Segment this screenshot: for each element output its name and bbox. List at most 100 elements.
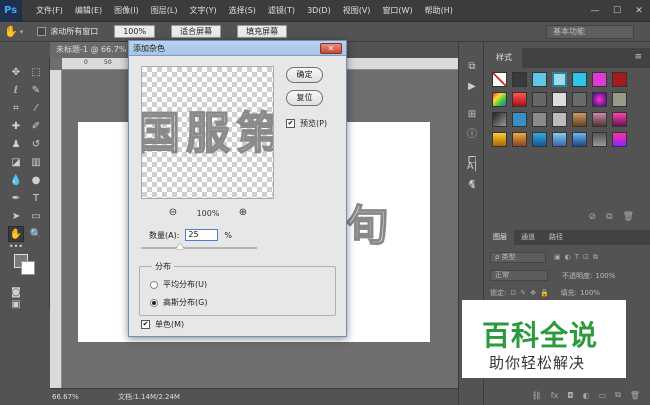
style-swatch[interactable] — [592, 132, 607, 147]
style-swatch[interactable] — [612, 72, 627, 87]
rectangle-tool-icon[interactable]: ▭ — [28, 208, 44, 224]
reset-button[interactable]: 复位 — [286, 90, 323, 106]
character-panel-icon[interactable]: A| — [465, 160, 479, 174]
menu-type[interactable]: 文字(Y) — [183, 0, 222, 22]
pen-tool-icon[interactable]: ✒ — [8, 190, 24, 206]
menu-help[interactable]: 帮助(H) — [419, 0, 459, 22]
info-panel-icon[interactable]: ⓘ — [465, 128, 479, 142]
menu-window[interactable]: 窗口(W) — [376, 0, 418, 22]
eyedropper-tool-icon[interactable]: ⁄ — [28, 100, 44, 116]
style-swatch[interactable] — [552, 72, 567, 87]
styles-tab[interactable]: 样式 — [486, 48, 522, 68]
gradient-tool-icon[interactable]: ▥ — [28, 154, 44, 170]
history-brush-icon[interactable]: ↺ — [28, 136, 44, 152]
type-tool-icon[interactable]: T — [28, 190, 44, 206]
link-layers-icon[interactable]: ⛓ — [532, 391, 542, 400]
brush-tool-icon[interactable]: ✐ — [28, 118, 44, 134]
history-panel-icon[interactable]: ⧉ — [465, 60, 479, 74]
style-swatch[interactable] — [552, 92, 567, 107]
chevron-down-icon[interactable]: ▾ — [20, 28, 24, 36]
preview-checkbox-row[interactable]: ✔ 预览(P) — [286, 118, 327, 129]
lock-icons[interactable]: ⊡✎✥🔒 — [510, 289, 552, 297]
background-color-swatch[interactable] — [21, 261, 35, 275]
style-swatch[interactable] — [592, 72, 607, 87]
fill-screen-button[interactable]: 填充屏幕 — [237, 25, 288, 38]
style-swatch[interactable] — [592, 112, 607, 127]
zoom-out-icon[interactable]: ⊖ — [167, 207, 179, 219]
healing-brush-icon[interactable]: ✚ — [8, 118, 24, 134]
amount-input[interactable]: 25 — [185, 229, 219, 241]
fit-screen-button[interactable]: 适合屏幕 — [171, 25, 222, 38]
menu-view[interactable]: 视图(V) — [337, 0, 377, 22]
hand-tool-icon[interactable]: ✋ — [4, 25, 18, 38]
more-tools-icon[interactable]: ••• — [8, 238, 24, 254]
move-tool-icon[interactable]: ✥ — [8, 64, 24, 80]
delete-layer-icon[interactable]: 🗑 — [630, 391, 640, 400]
amount-slider-thumb[interactable] — [176, 243, 184, 249]
style-swatch[interactable] — [552, 132, 567, 147]
delete-style-icon[interactable]: 🗑 — [623, 212, 634, 222]
style-swatch[interactable] — [492, 112, 507, 127]
menu-file[interactable]: 文件(F) — [30, 0, 69, 22]
style-swatch[interactable] — [492, 132, 507, 147]
style-swatch[interactable] — [512, 92, 527, 107]
maximize-icon[interactable]: ☐ — [606, 0, 628, 22]
marquee-tool-icon[interactable]: ⬚ — [28, 64, 44, 80]
crop-tool-icon[interactable]: ⌗ — [8, 100, 24, 116]
dialog-title-bar[interactable]: 添加杂色 ✕ — [129, 41, 346, 56]
tab-channels[interactable]: 通道 — [514, 230, 542, 245]
style-swatch[interactable] — [572, 112, 587, 127]
style-swatch[interactable] — [612, 132, 627, 147]
zoom-in-icon[interactable]: ⊕ — [237, 207, 249, 219]
new-style-icon[interactable]: ⧉ — [606, 212, 612, 222]
screen-mode-icon[interactable]: ▣ — [8, 296, 24, 312]
actions-panel-icon[interactable]: ▶ — [465, 80, 479, 94]
zoom-status[interactable]: 66.67% — [50, 393, 90, 401]
panel-menu-icon[interactable]: ≡ — [634, 52, 642, 62]
lasso-tool-icon[interactable]: ℓ — [8, 82, 24, 98]
preview-checkbox[interactable]: ✔ — [286, 119, 295, 128]
menu-3d[interactable]: 3D(D) — [301, 0, 337, 22]
menu-filter[interactable]: 滤镜(T) — [262, 0, 301, 22]
style-swatch[interactable] — [532, 112, 547, 127]
scroll-all-windows-checkbox[interactable] — [37, 27, 47, 36]
fill-value[interactable]: 100% — [580, 289, 600, 297]
adjustment-layer-icon[interactable]: ◐ — [583, 391, 590, 400]
dodge-tool-icon[interactable]: ● — [28, 172, 44, 188]
paragraph-panel-icon[interactable]: ¶ — [465, 178, 479, 192]
quick-select-tool-icon[interactable]: ✎ — [28, 82, 44, 98]
monochromatic-checkbox[interactable]: ✔ — [141, 320, 150, 329]
zoom-tool-icon[interactable]: 🔍 — [28, 226, 44, 242]
blend-mode-select[interactable]: 正常 — [490, 270, 548, 281]
add-mask-icon[interactable]: ◘ — [567, 391, 573, 400]
style-swatch[interactable] — [512, 112, 527, 127]
eraser-tool-icon[interactable]: ◪ — [8, 154, 24, 170]
menu-image[interactable]: 图像(I) — [108, 0, 145, 22]
style-swatch[interactable] — [552, 112, 567, 127]
style-swatch-none[interactable] — [492, 72, 507, 87]
uniform-radio[interactable] — [150, 280, 158, 289]
path-select-tool-icon[interactable]: ➤ — [8, 208, 24, 224]
filter-preview[interactable]: 国 服 第 — [141, 66, 274, 199]
style-swatch[interactable] — [532, 72, 547, 87]
style-swatch[interactable] — [572, 72, 587, 87]
menu-select[interactable]: 选择(S) — [223, 0, 262, 22]
clear-style-icon[interactable]: ⊘ — [589, 212, 597, 222]
style-swatch[interactable] — [512, 72, 527, 87]
style-swatch[interactable] — [492, 92, 507, 107]
uniform-radio-row[interactable]: 平均分布(U) — [150, 279, 207, 290]
layer-kind-filter[interactable]: ρ 类型 — [490, 252, 546, 263]
close-icon[interactable]: ✕ — [628, 0, 650, 22]
style-swatch[interactable] — [532, 92, 547, 107]
dialog-close-button[interactable]: ✕ — [320, 43, 342, 54]
style-swatch[interactable] — [612, 92, 627, 107]
monochromatic-checkbox-row[interactable]: ✔ 单色(M) — [141, 319, 184, 330]
workspace-select[interactable]: 基本功能 — [546, 25, 634, 39]
opacity-value[interactable]: 100% — [595, 272, 615, 280]
tab-paths[interactable]: 路径 — [542, 230, 570, 245]
tab-layers[interactable]: 图层 — [486, 230, 514, 245]
ok-button[interactable]: 确定 — [286, 67, 323, 83]
style-swatch[interactable] — [592, 92, 607, 107]
style-swatch[interactable] — [572, 132, 587, 147]
document-tab[interactable]: 未标题-1 @ 66.7% — [50, 42, 135, 58]
